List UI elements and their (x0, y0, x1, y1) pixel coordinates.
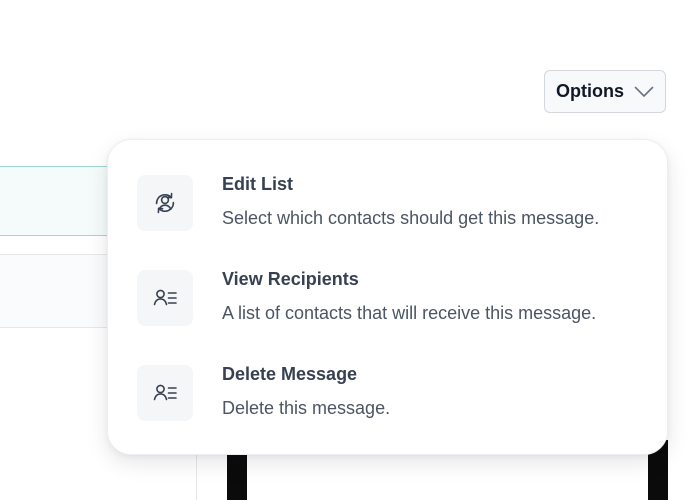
options-button-label: Options (556, 81, 624, 101)
user-list-icon (137, 365, 193, 421)
menu-item-description: A list of contacts that will receive thi… (222, 303, 597, 323)
user-sync-icon (137, 175, 193, 231)
menu-item-description: Delete this message. (222, 398, 391, 418)
user-list-icon (137, 270, 193, 326)
chevron-down-icon (634, 86, 654, 98)
options-button[interactable]: Options (544, 70, 666, 113)
menu-item-title: View Recipients (222, 269, 359, 289)
menu-item-delete-message[interactable]: Delete Message Delete this message. (108, 364, 667, 445)
menu-item-description: Select which contacts should get this me… (222, 208, 600, 228)
menu-item-view-recipients[interactable]: View Recipients A list of contacts that … (108, 269, 667, 350)
menu-item-edit-list[interactable]: Edit List Select which contacts should g… (108, 174, 667, 255)
menu-item-title: Edit List (222, 174, 293, 194)
menu-item-title: Delete Message (222, 364, 358, 384)
options-menu: Edit List Select which contacts should g… (107, 139, 668, 455)
